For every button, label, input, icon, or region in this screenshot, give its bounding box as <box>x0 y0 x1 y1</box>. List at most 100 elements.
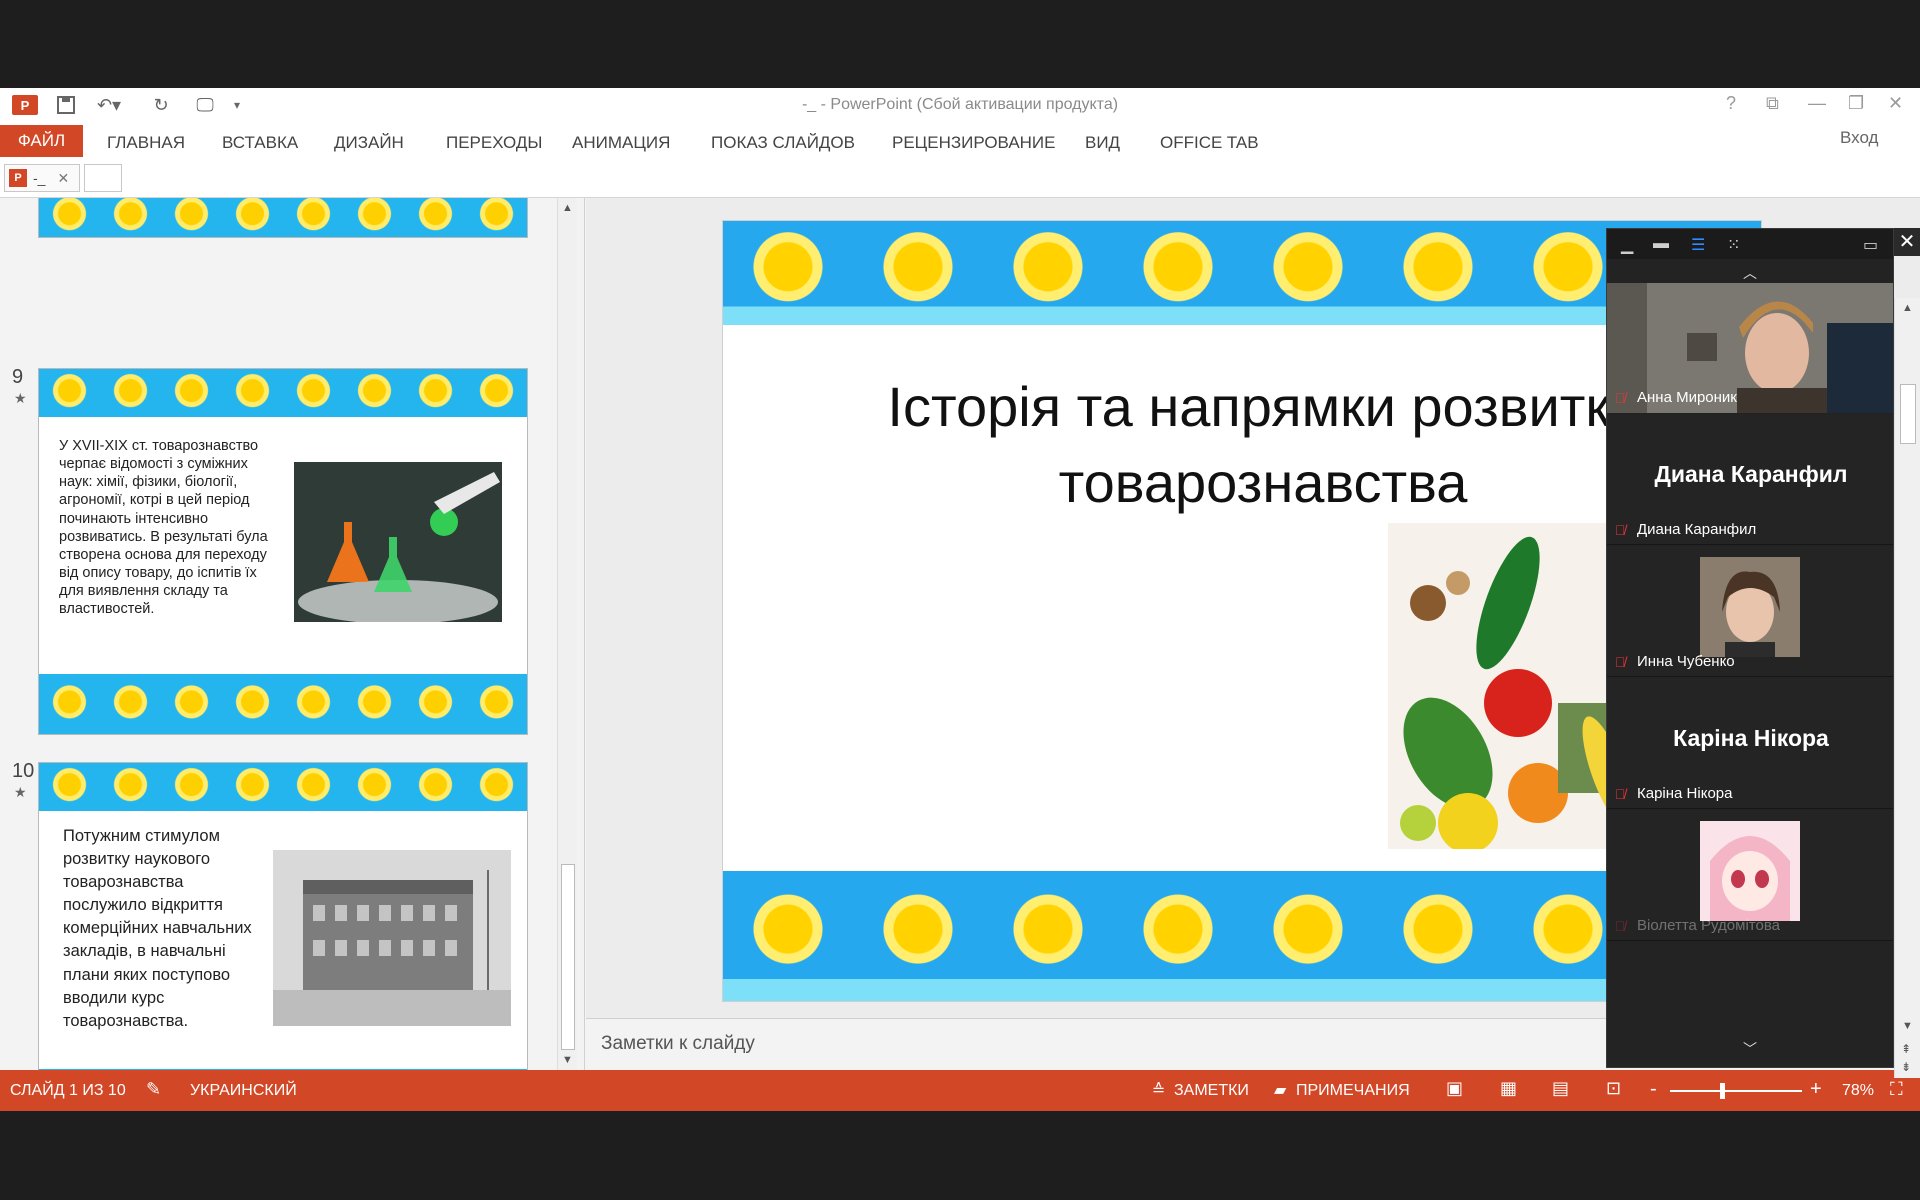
zoom-participants-panel: ▁ ▬ ☰ ⁙ ▭ ︿ 🎙̸ Анна Мироник Диана Каранф… <box>1606 228 1894 1068</box>
minimize-icon[interactable]: — <box>1808 93 1826 114</box>
scroll-up-arrow-icon[interactable]: ▲ <box>562 202 573 214</box>
tab-review[interactable]: РЕЦЕНЗИРОВАНИЕ <box>892 133 1056 153</box>
zoom-slider-thumb[interactable] <box>1720 1083 1725 1099</box>
participant-tile[interactable]: 🎙̸ Віолетта Рудомітова <box>1607 811 1893 941</box>
popout-icon[interactable]: ▭ <box>1863 235 1878 255</box>
gallery-view-icon[interactable]: ⁙ <box>1727 235 1740 255</box>
document-tab-bar: P -_ ✕ <box>0 158 1920 198</box>
zoom-panel-toolbar: ▁ ▬ ☰ ⁙ ▭ <box>1607 229 1893 259</box>
scroll-down-arrow-icon[interactable]: ▼ <box>1902 1020 1913 1032</box>
tab-file[interactable]: ФАЙЛ <box>0 125 83 157</box>
sun-border <box>39 369 527 417</box>
previous-slide-icon[interactable]: ⇞ <box>1901 1042 1911 1056</box>
status-bar: СЛАЙД 1 ИЗ 10 ✎ УКРАИНСКИЙ ≙ ЗАМЕТКИ ▰ П… <box>0 1070 1920 1111</box>
participant-name: Диана Каранфил <box>1637 521 1757 538</box>
bottom-black-bar <box>0 1111 1920 1200</box>
muted-mic-icon: 🎙̸ <box>1615 786 1626 802</box>
scroll-up-arrow-icon[interactable]: ▲ <box>1902 302 1913 314</box>
historic-building-image <box>273 850 511 1026</box>
slide-thumbnail-9[interactable]: У XVII-XIX ст. товарознавство черпає від… <box>38 368 528 735</box>
tab-insert[interactable]: ВСТАВКА <box>222 133 298 153</box>
muted-mic-icon: 🎙̸ <box>1615 390 1626 406</box>
top-black-bar <box>0 0 1920 88</box>
document-tab[interactable]: P -_ ✕ <box>4 164 80 192</box>
pptx-file-icon: P <box>9 169 27 187</box>
participant-name: Каріна Нікора <box>1637 785 1733 802</box>
title-bar: P ↶▾ ↻ 🖵 ▾ -_ - PowerPoint (Сбой активац… <box>0 88 1920 122</box>
notes-icon: ≙ <box>1152 1082 1166 1099</box>
animation-star-icon: ★ <box>14 784 27 800</box>
zoom-out-button[interactable]: - <box>1650 1078 1657 1101</box>
participant-tile[interactable]: Каріна Нікора 🎙̸ Каріна Нікора <box>1607 679 1893 809</box>
slide-sorter-icon[interactable]: ▦ <box>1500 1078 1517 1099</box>
thumbnails-scrollbar[interactable]: ▲ ▼ <box>557 198 577 1070</box>
slide-thumbnails-pane: 9 ★ У XVII-XIX ст. товарознавство черпає… <box>0 198 585 1070</box>
scroll-thumb[interactable] <box>1900 384 1916 444</box>
signin-link[interactable]: Вход <box>1840 128 1878 148</box>
notes-placeholder: Заметки к слайду <box>601 1033 755 1054</box>
document-tab-label: -_ <box>33 170 46 186</box>
close-tab-icon[interactable]: ✕ <box>57 170 69 187</box>
help-icon[interactable]: ? <box>1726 93 1736 114</box>
slide-number: 10 <box>12 760 35 782</box>
normal-view-icon[interactable]: ▣ <box>1446 1078 1463 1099</box>
animation-star-icon: ★ <box>14 390 27 406</box>
close-panel-icon[interactable]: ✕ <box>1894 228 1920 256</box>
scroll-thumb[interactable] <box>561 864 575 1050</box>
muted-mic-icon: 🎙̸ <box>1615 522 1626 538</box>
slide-9-text: У XVII-XIX ст. товарознавство черпає від… <box>59 438 268 618</box>
muted-mic-icon: 🎙̸ <box>1615 654 1626 670</box>
participant-name: Анна Мироник <box>1637 389 1737 406</box>
slide-10-text: Потужним стимулом розвитку наукового тов… <box>63 827 252 1030</box>
tab-view[interactable]: ВИД <box>1085 133 1120 153</box>
tab-transitions[interactable]: ПЕРЕХОДЫ <box>446 133 542 153</box>
muted-mic-icon: 🎙̸ <box>1615 918 1626 934</box>
participant-avatar <box>1700 557 1800 657</box>
slide-thumbnail-10[interactable]: Потужним стимулом розвитку наукового тов… <box>38 762 528 1070</box>
scroll-down-chevron-icon[interactable]: ﹀ <box>1743 1039 1757 1059</box>
participant-tile[interactable]: Диана Каранфил 🎙̸ Диана Каранфил <box>1607 415 1893 545</box>
slide-thumbnail-8[interactable] <box>38 198 528 238</box>
restore-icon[interactable]: ❐ <box>1848 93 1864 114</box>
language-indicator[interactable]: УКРАИНСКИЙ <box>190 1082 297 1100</box>
powerpoint-window: P ↶▾ ↻ 🖵 ▾ -_ - PowerPoint (Сбой активац… <box>0 88 1920 1111</box>
participant-tile[interactable]: 🎙̸ Инна Чубенко <box>1607 547 1893 677</box>
ribbon-tabs: ФАЙЛ ГЛАВНАЯ ВСТАВКА ДИЗАЙН ПЕРЕХОДЫ АНИ… <box>0 122 1920 158</box>
tab-slideshow[interactable]: ПОКАЗ СЛАЙДОВ <box>711 133 855 153</box>
editor-scrollbar[interactable]: ▲ ▼ ⇞ ⇟ <box>1894 298 1920 1078</box>
sun-border <box>39 198 527 237</box>
comments-icon: ▰ <box>1274 1082 1287 1099</box>
close-icon[interactable]: ✕ <box>1888 93 1903 114</box>
slide-number: 9 <box>12 366 24 388</box>
scroll-down-arrow-icon[interactable]: ▼ <box>562 1054 573 1066</box>
ribbon-display-icon[interactable]: ⧉ <box>1766 93 1779 114</box>
slide-counter[interactable]: СЛАЙД 1 ИЗ 10 <box>10 1082 126 1100</box>
participant-avatar <box>1700 821 1800 921</box>
zoom-in-button[interactable]: + <box>1810 1078 1822 1101</box>
participant-name-display: Диана Каранфил <box>1654 461 1848 487</box>
sun-border <box>39 674 527 734</box>
tab-home[interactable]: ГЛАВНАЯ <box>107 133 185 153</box>
strip-view-icon[interactable]: ☰ <box>1691 235 1705 255</box>
comments-button[interactable]: ПРИМЕЧАНИЯ <box>1296 1082 1410 1100</box>
notes-button[interactable]: ЗАМЕТКИ <box>1174 1082 1249 1100</box>
new-tab-button[interactable] <box>84 164 122 192</box>
minimize-video-icon[interactable]: ▁ <box>1621 235 1633 255</box>
participant-name: Инна Чубенко <box>1637 653 1735 670</box>
zoom-slider[interactable] <box>1670 1083 1802 1099</box>
active-speaker-icon[interactable]: ▬ <box>1653 235 1669 253</box>
participant-tile[interactable]: 🎙̸ Анна Мироник <box>1607 283 1893 413</box>
scroll-up-chevron-icon[interactable]: ︿ <box>1743 263 1757 283</box>
reading-view-icon[interactable]: ▤ <box>1552 1078 1569 1099</box>
zoom-level[interactable]: 78% <box>1842 1082 1874 1100</box>
next-slide-icon[interactable]: ⇟ <box>1901 1060 1911 1074</box>
tab-animations[interactable]: АНИМАЦИЯ <box>572 133 670 153</box>
slideshow-view-icon[interactable]: ⊡ <box>1606 1078 1621 1099</box>
participant-name-display: Каріна Нікора <box>1673 725 1829 751</box>
fit-slide-icon[interactable]: ⛶ <box>1890 1079 1903 1100</box>
participant-name: Віолетта Рудомітова <box>1637 917 1780 934</box>
spellcheck-icon[interactable]: ✎ <box>146 1079 161 1100</box>
window-title: -_ - PowerPoint (Сбой активации продукта… <box>801 96 1119 113</box>
tab-design[interactable]: ДИЗАЙН <box>334 133 404 153</box>
tab-office-tab[interactable]: OFFICE TAB <box>1160 133 1259 153</box>
